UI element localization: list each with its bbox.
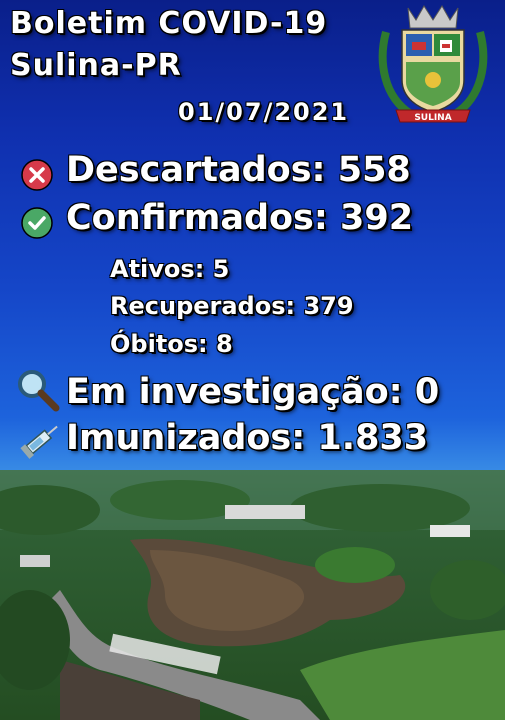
recuperados-stat: Recuperados: 379	[110, 292, 354, 320]
municipal-coat-of-arms: SULINA	[376, 2, 490, 128]
descartados-stat: Descartados: 558	[66, 150, 411, 190]
ativos-stat: Ativos: 5	[110, 255, 230, 283]
imunizados-stat: Imunizados: 1.833	[66, 418, 429, 458]
x-circle-icon	[20, 158, 54, 196]
syringe-icon	[18, 420, 64, 464]
magnifier-icon	[14, 366, 60, 416]
bulletin-title: Boletim COVID-19	[10, 6, 328, 41]
confirmados-stat: Confirmados: 392	[66, 198, 414, 238]
aerial-landscape-image	[0, 470, 505, 720]
covid-bulletin-poster: Boletim COVID-19 Sulina-PR 01/07/2021 SU…	[0, 0, 505, 720]
bulletin-date: 01/07/2021	[178, 98, 350, 126]
landscape-illustration	[0, 470, 505, 720]
investigacao-stat: Em investigação: 0	[66, 372, 440, 412]
city-name: Sulina-PR	[10, 48, 182, 83]
check-circle-icon	[20, 206, 54, 244]
obitos-stat: Óbitos: 8	[110, 330, 233, 358]
crest-banner-text: SULINA	[414, 113, 451, 123]
